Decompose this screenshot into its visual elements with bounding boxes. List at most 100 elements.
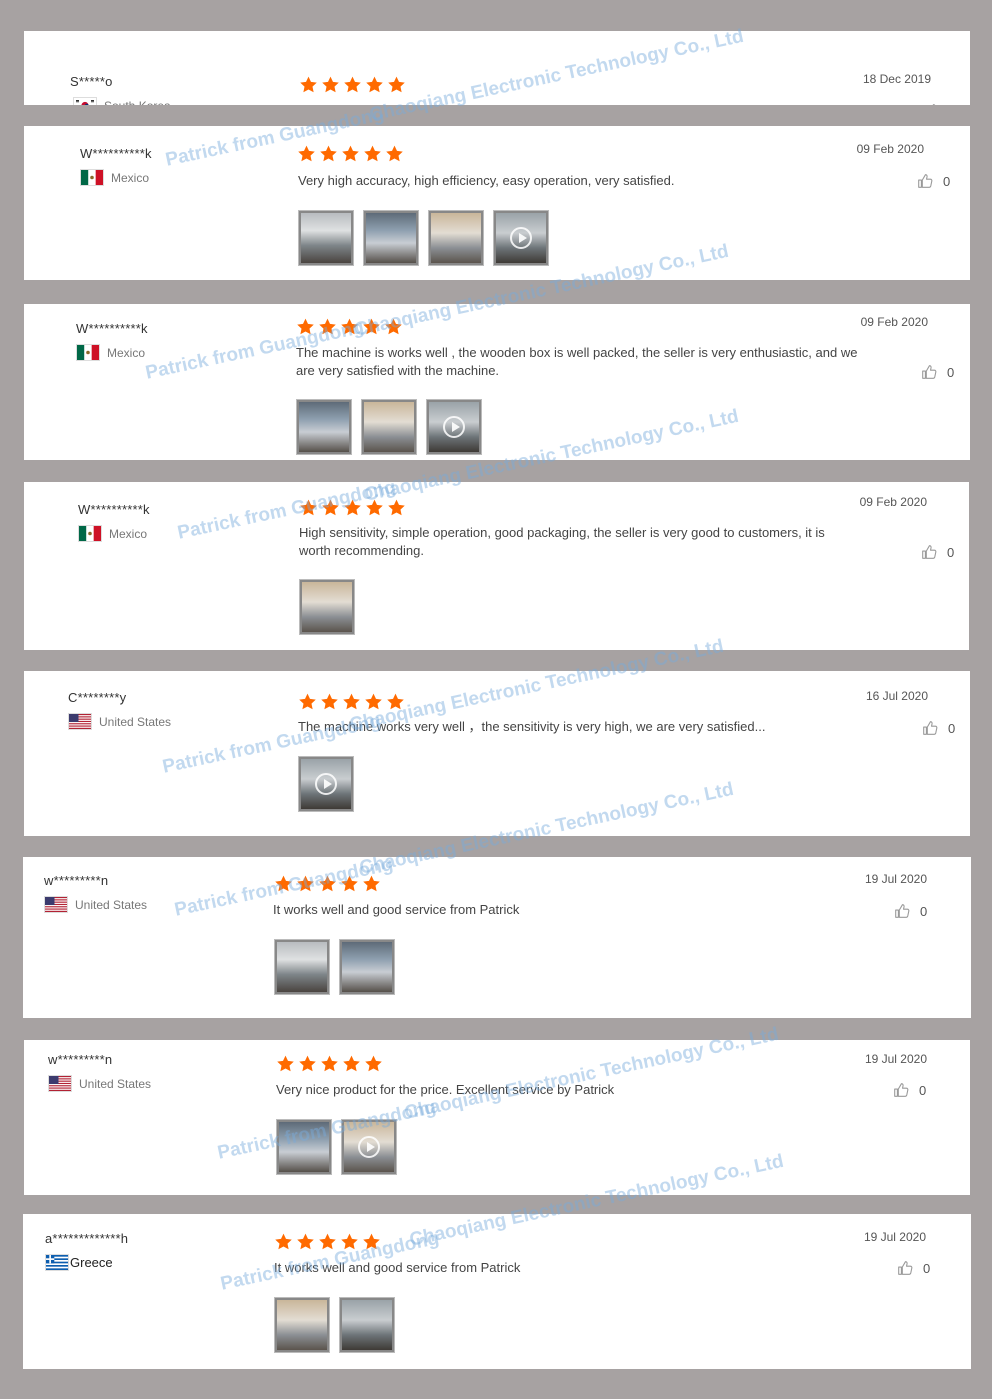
star-icon xyxy=(300,499,317,516)
us-flag-icon xyxy=(45,897,67,912)
star-icon xyxy=(275,1233,292,1250)
review-text: It works well and good service from Patr… xyxy=(274,1260,521,1275)
review-date: 09 Feb 2020 xyxy=(860,315,928,329)
star-icon xyxy=(277,1055,294,1072)
star-rating xyxy=(299,75,406,94)
star-icon xyxy=(365,693,382,710)
star-icon xyxy=(363,318,380,335)
helpful-like-button[interactable]: 0 xyxy=(921,719,955,737)
star-icon xyxy=(298,145,315,162)
photo-thumbnail[interactable] xyxy=(274,939,330,995)
buyer-name: w*********n xyxy=(44,873,109,888)
helpful-like-button[interactable]: 0 xyxy=(920,543,954,561)
video-thumbnail[interactable] xyxy=(493,210,549,266)
kr-flag-icon xyxy=(74,98,96,105)
star-icon xyxy=(299,693,316,710)
star-icon xyxy=(297,1233,314,1250)
review-date: 16 Jul 2020 xyxy=(865,689,928,703)
helpful-like-button[interactable]: 0 xyxy=(892,1081,926,1099)
like-count: 0 xyxy=(947,364,955,380)
video-thumbnail[interactable] xyxy=(298,756,354,812)
star-icon xyxy=(385,318,402,335)
play-icon xyxy=(358,1136,380,1158)
photo-thumbnail[interactable] xyxy=(363,210,419,266)
star-icon xyxy=(319,1233,336,1250)
star-icon xyxy=(341,1233,358,1250)
buyer-name: W**********k xyxy=(78,502,150,517)
star-icon xyxy=(387,693,404,710)
star-icon xyxy=(275,875,292,892)
mx-flag-icon xyxy=(81,170,103,185)
country-label: Mexico xyxy=(111,170,150,185)
thumbs-up-icon xyxy=(921,719,939,737)
helpful-like-button[interactable]: 0 xyxy=(924,102,958,105)
thumbs-up-icon xyxy=(916,172,934,190)
review-photos xyxy=(298,210,549,266)
star-icon xyxy=(299,1055,316,1072)
star-rating xyxy=(299,498,406,517)
country-label: United States xyxy=(75,897,148,912)
review-photos xyxy=(296,399,482,455)
country-label: United States xyxy=(99,714,172,729)
photo-thumbnail[interactable] xyxy=(428,210,484,266)
review-text: The machine works very well ，the sensiti… xyxy=(298,719,766,734)
star-icon xyxy=(344,76,361,93)
play-icon xyxy=(510,227,532,249)
thumbs-up-icon xyxy=(893,902,911,920)
like-count: 0 xyxy=(951,104,958,106)
helpful-like-button[interactable]: 0 xyxy=(916,172,950,190)
like-count: 0 xyxy=(923,1260,931,1276)
play-icon xyxy=(315,773,337,795)
star-icon xyxy=(363,1233,380,1250)
star-icon xyxy=(344,499,361,516)
thumbs-up-icon xyxy=(924,102,942,105)
photo-thumbnail[interactable] xyxy=(276,1119,332,1175)
star-icon xyxy=(364,145,381,162)
star-icon xyxy=(342,145,359,162)
star-rating xyxy=(297,144,404,163)
like-count: 0 xyxy=(947,544,955,560)
review-date: 09 Feb 2020 xyxy=(856,142,924,156)
review-date: 19 Jul 2020 xyxy=(863,1230,926,1244)
helpful-like-button[interactable]: 0 xyxy=(920,363,954,381)
buyer-country: United States xyxy=(49,1076,151,1091)
like-count: 0 xyxy=(919,1082,927,1098)
buyer-country: United States xyxy=(45,897,147,912)
star-icon xyxy=(341,875,358,892)
mx-flag-icon xyxy=(77,345,99,360)
review-card: w*********n United States Very nice produc… xyxy=(24,1040,970,1195)
star-icon xyxy=(343,1055,360,1072)
buyer-name: S*****o xyxy=(70,74,113,89)
mx-flag-icon xyxy=(79,526,101,541)
buyer-name: a*************h xyxy=(45,1231,129,1246)
photo-thumbnail[interactable] xyxy=(274,1297,330,1353)
buyer-name: W**********k xyxy=(80,146,152,161)
helpful-like-button[interactable]: 0 xyxy=(893,902,927,920)
helpful-like-button[interactable]: 0 xyxy=(896,1259,930,1277)
star-icon xyxy=(319,318,336,335)
review-text: Very high accuracy, high efficiency, eas… xyxy=(298,173,675,188)
review-card: W**********k Mexico The machine is works w… xyxy=(24,304,970,460)
thumbs-up-icon xyxy=(920,363,938,381)
like-count: 0 xyxy=(948,720,956,736)
buyer-country: United States xyxy=(69,714,171,729)
review-photos xyxy=(299,579,355,635)
video-thumbnail[interactable] xyxy=(341,1119,397,1175)
star-icon xyxy=(322,76,339,93)
review-card: W**********k Mexico High sensitivity, simp… xyxy=(24,482,969,650)
photo-thumbnail[interactable] xyxy=(361,399,417,455)
photo-thumbnail[interactable] xyxy=(298,210,354,266)
buyer-name: C********y xyxy=(68,690,127,705)
star-icon xyxy=(297,318,314,335)
buyer-country: Mexico xyxy=(77,345,145,360)
video-thumbnail[interactable] xyxy=(426,399,482,455)
star-icon xyxy=(300,76,317,93)
country-label: Mexico xyxy=(107,345,146,360)
buyer-country: Mexico xyxy=(81,170,149,185)
photo-thumbnail[interactable] xyxy=(339,1297,395,1353)
review-text: The machine is works well , the wooden b… xyxy=(296,345,858,378)
photo-thumbnail[interactable] xyxy=(339,939,395,995)
photo-thumbnail[interactable] xyxy=(299,579,355,635)
photo-thumbnail[interactable] xyxy=(296,399,352,455)
star-rating xyxy=(274,874,381,893)
